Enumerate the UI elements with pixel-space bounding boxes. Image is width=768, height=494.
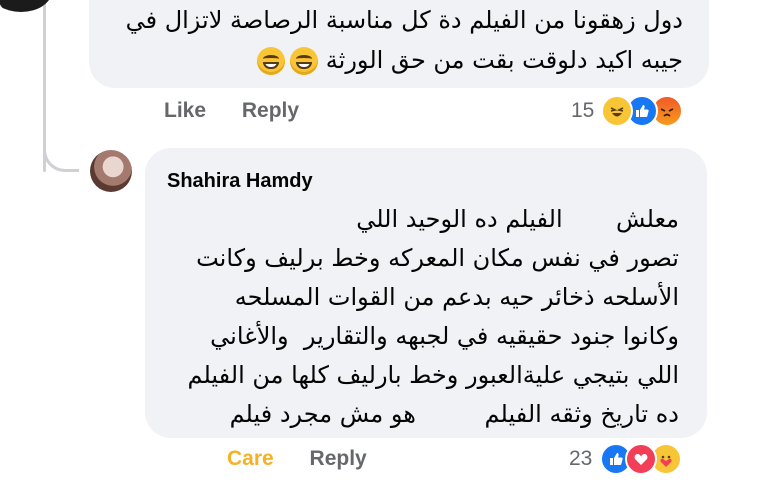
like-button[interactable]: Like — [164, 99, 206, 122]
reaction-count[interactable]: 23 — [569, 447, 592, 471]
haha-reaction-icon — [601, 95, 633, 127]
avatar[interactable] — [90, 150, 132, 192]
comment-bubble: دول زهقونا من الفيلم دة كل مناسبة الرصاص… — [89, 0, 709, 88]
reaction-summary[interactable] — [600, 443, 682, 475]
care-button[interactable]: Care — [227, 447, 274, 470]
comment-text: جيبه اكيد دلوقت بقت من حق الورثة — [325, 46, 683, 74]
comment-text-line: دول زهقونا من الفيلم دة كل مناسبة الرصاص… — [125, 6, 683, 34]
thread-connector — [43, 120, 79, 172]
reply-button[interactable]: Reply — [242, 99, 299, 122]
reply-button[interactable]: Reply — [310, 447, 367, 470]
comment-text-line: وكانوا جنود حقيقيه في لجبهه والتقارير وا… — [210, 322, 679, 350]
grinning-face-emoji-icon — [257, 47, 286, 75]
reaction-count[interactable]: 15 — [571, 99, 594, 123]
comment-actions: Care Reply — [227, 447, 367, 471]
comment-text-line: تصور في نفس مكان المعركه وخط برليف وكانت — [196, 244, 679, 272]
love-reaction-icon — [625, 443, 657, 475]
grinning-face-emoji-icon — [290, 47, 319, 75]
comment-text-line: جيبه اكيد دلوقت بقت من حق الورثة — [115, 40, 683, 80]
comment-text-line: معلش الفيلم ده الوحيد اللي — [356, 205, 679, 233]
reaction-summary[interactable] — [601, 95, 683, 127]
comment-bubble: Shahira Hamdy معلش الفيلم ده الوحيد اللي… — [145, 148, 707, 438]
comment-actions: Like Reply — [164, 99, 299, 123]
comment-text-line: الأسلحه ذخائر حيه بدعم من القوات المسلحه — [234, 283, 679, 311]
comment-text-line: اللي بتيجي عليةالعبور وخط بارليف كلها من… — [187, 361, 680, 389]
comment-author[interactable]: Shahira Hamdy — [167, 168, 679, 194]
bottom-edge — [0, 488, 768, 494]
comment-text-line: ده تاريخ وثقه الفيلم هو مش مجرد فيلم — [229, 400, 679, 428]
